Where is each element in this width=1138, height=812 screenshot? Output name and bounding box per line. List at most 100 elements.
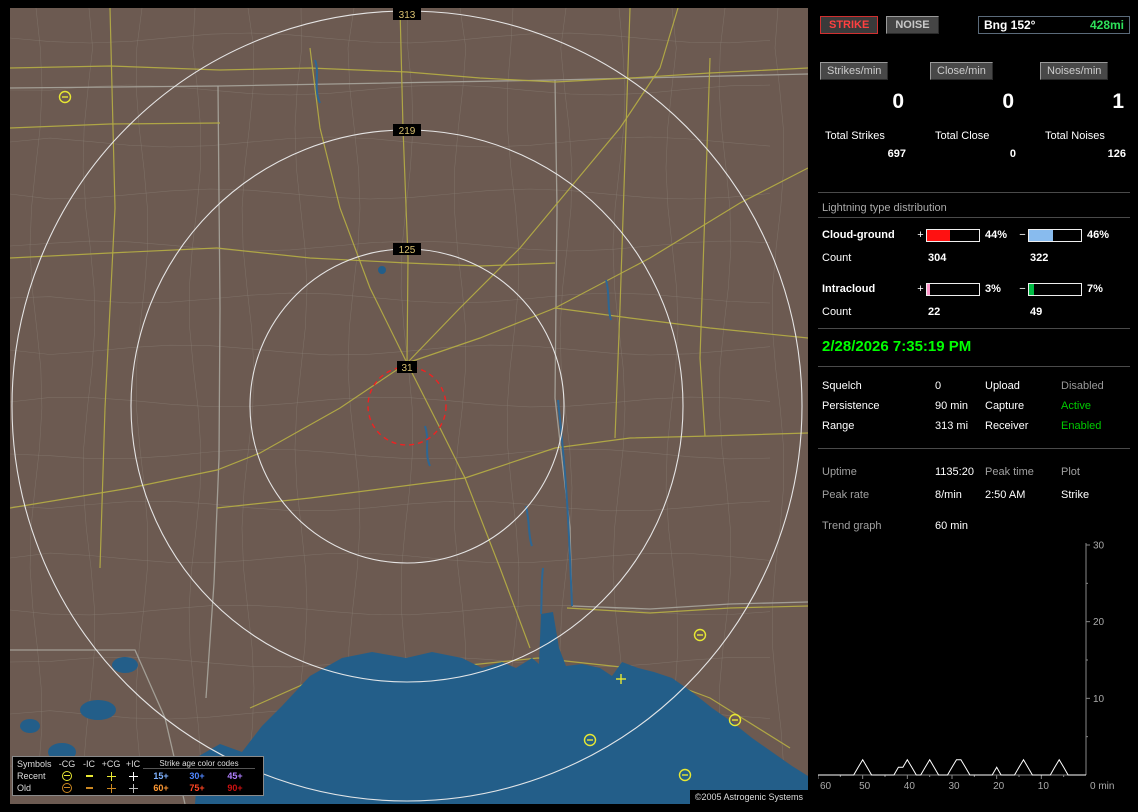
map-legend: Symbols -CG -IC +CG +IC Strike age color… (12, 756, 264, 796)
noises-per-min-value: 1 (1112, 90, 1124, 113)
persistence-value: 90 min (935, 400, 969, 412)
divider (818, 217, 1130, 218)
trend-graph-canvas: 60 50 40 30 20 10 30 20 10 0 min (817, 541, 1114, 792)
capture-status: Active (1061, 400, 1091, 412)
upload-status: Disabled (1061, 380, 1104, 392)
svg-text:219: 219 (399, 126, 416, 137)
age-15: 15+ (153, 771, 169, 781)
svg-text:313: 313 (399, 10, 416, 21)
ic-positive-count: 22 (928, 306, 941, 318)
legend-col-pos-cg: +CG (101, 759, 121, 769)
ring-label-219: 219 (393, 124, 421, 137)
peak-rate-label: Peak rate (822, 489, 870, 501)
peak-rate-value: 8/min (935, 489, 962, 501)
svg-text:30: 30 (948, 781, 960, 792)
ring-label-31: 31 (397, 361, 417, 374)
svg-text:40: 40 (904, 781, 916, 792)
totals-labels-row: Total Strikes Total Close Total Noises (818, 130, 1130, 142)
neg-cg-recent-icon (62, 771, 72, 781)
total-close-value: 0 (1009, 148, 1016, 160)
peak-time-label: Peak time (985, 466, 1034, 478)
cloud-ground-row: Cloud-ground + 44% − 46% (818, 224, 1130, 246)
totals-values-row: 697 0 126 (818, 148, 1130, 160)
legend-col-pos-ic: +IC (125, 759, 141, 769)
ic-negative-count: 49 (1030, 306, 1043, 318)
legend-old-row: Old 60+ 75+ 90+ (15, 782, 261, 794)
cg-positive-count: 304 (928, 252, 947, 264)
svg-text:30: 30 (1093, 541, 1105, 552)
stats-row-1: Uptime 1135:20 Peak time Plot (818, 462, 1130, 482)
mode-toggle-row: STRIKE NOISE Bng 152° 428mi (818, 16, 1130, 34)
strike-button[interactable]: STRIKE (820, 16, 879, 34)
divider (818, 448, 1130, 449)
close-per-min-button[interactable]: Close/min (930, 62, 993, 80)
settings-row-persistence: Persistence 90 min Capture Active (818, 396, 1130, 416)
noise-button[interactable]: NOISE (886, 16, 939, 34)
svg-text:50: 50 (859, 781, 871, 792)
receiver-status: Enabled (1061, 420, 1102, 432)
minus-sign: − (1019, 283, 1026, 295)
intracloud-count-row: Count 22 49 (818, 306, 1130, 318)
cg-negative-count: 322 (1030, 252, 1049, 264)
bearing-label: Bng 152° (984, 18, 1036, 32)
nexstorm-window: 313 219 125 31 Symbols -CG -IC +CG +IC S… (0, 0, 1138, 812)
bearing-range: 428mi (1089, 18, 1124, 32)
legend-recent-label: Recent (17, 771, 46, 781)
copyright-text: ©2005 Astrogenic Systems (689, 790, 808, 804)
divider (818, 192, 1130, 193)
cloud-ground-count-row: Count 304 322 (818, 252, 1130, 264)
legend-col-neg-cg: -CG (58, 759, 76, 769)
cloud-ground-label: Cloud-ground (822, 229, 895, 241)
age-60: 60+ (153, 783, 169, 793)
strikes-per-min-button[interactable]: Strikes/min (820, 62, 889, 80)
ic-negative-bar (1028, 282, 1082, 296)
range-value: 313 mi (935, 420, 969, 432)
settings-row-range: Range 313 mi Receiver Enabled (818, 416, 1130, 436)
age-75: 75+ (189, 783, 205, 793)
settings-row-squelch: Squelch 0 Upload Disabled (818, 376, 1130, 396)
count-label: Count (822, 252, 852, 264)
pos-ic-recent-icon (128, 771, 138, 781)
trend-graph-label: Trend graph (822, 520, 882, 532)
trend-graph-row: Trend graph 60 min (818, 516, 1130, 536)
svg-text:10: 10 (1093, 694, 1105, 705)
neg-ic-old-icon (85, 787, 93, 789)
intracloud-row: Intracloud + 3% − 7% (818, 278, 1130, 300)
upload-label: Upload (985, 380, 1020, 392)
legend-col-neg-ic: -IC (83, 759, 95, 769)
range-label: Range (822, 420, 855, 432)
count-label: Count (822, 306, 852, 318)
ic-positive-bar (926, 282, 980, 296)
pos-cg-old-icon (106, 783, 116, 793)
legend-recent-row: Recent 15+ 30+ 45+ (15, 770, 261, 782)
cg-positive-pct: 44% (985, 229, 1008, 241)
plus-sign: + (917, 229, 924, 241)
origin-tick-label: 0 min (1090, 781, 1114, 792)
total-close-label: Total Close (935, 130, 990, 142)
age-90: 90+ (227, 783, 243, 793)
squelch-value: 0 (935, 380, 942, 392)
legend-old-label: Old (17, 783, 32, 793)
capture-label: Capture (985, 400, 1025, 412)
svg-text:20: 20 (1093, 617, 1105, 628)
map-canvas: 313 219 125 31 (9, 7, 809, 805)
intracloud-label: Intracloud (822, 283, 876, 295)
lightning-map[interactable]: 313 219 125 31 Symbols -CG -IC +CG +IC S… (9, 7, 809, 805)
total-noises-value: 126 (1107, 148, 1126, 160)
plot-value: Strike (1061, 489, 1090, 501)
svg-text:20: 20 (993, 781, 1005, 792)
divider (818, 328, 1130, 329)
legend-symbols-header: Symbols (17, 759, 52, 769)
stats-row-2: Peak rate 8/min 2:50 AM Strike (818, 485, 1130, 505)
noises-per-min-button[interactable]: Noises/min (1040, 62, 1109, 80)
strike-rate-series (818, 758, 1086, 776)
plot-label: Plot (1061, 466, 1080, 478)
svg-text:10: 10 (1038, 781, 1050, 792)
persistence-label: Persistence (822, 400, 880, 412)
neg-ic-recent-icon (85, 775, 93, 777)
svg-text:125: 125 (399, 245, 416, 256)
trend-graph: 60 50 40 30 20 10 30 20 10 0 min (817, 540, 1130, 802)
cg-negative-bar (1028, 228, 1082, 242)
ic-positive-pct: 3% (985, 283, 1001, 295)
total-strikes-value: 697 (887, 148, 906, 160)
